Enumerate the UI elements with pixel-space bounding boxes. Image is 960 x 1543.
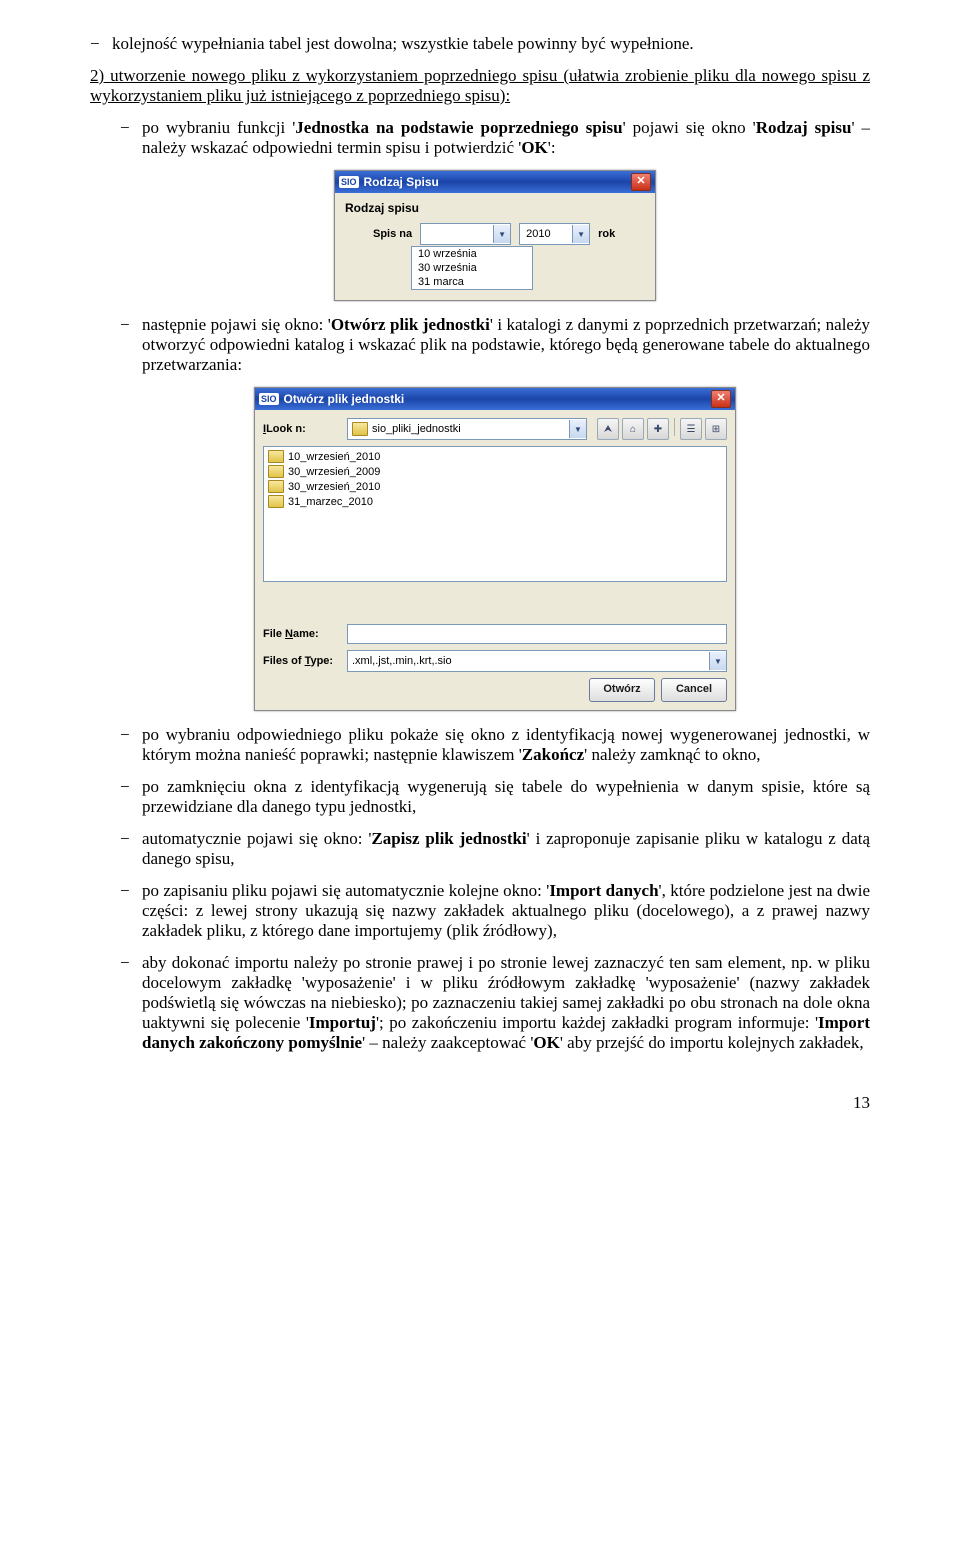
chevron-down-icon: ▼ — [709, 652, 726, 670]
document-page: − kolejność wypełniania tabel jest dowol… — [0, 0, 960, 1143]
file-type-row: Files of Type: .xml,.jst,.min,.krt,.sio … — [263, 650, 727, 672]
close-icon[interactable]: ✕ — [711, 390, 731, 408]
dropdown-option[interactable]: 30 września — [412, 261, 532, 275]
close-icon[interactable]: ✕ — [631, 173, 651, 191]
list-item[interactable]: 10_wrzesień_2010 — [268, 449, 722, 464]
app-icon: SIO — [339, 176, 359, 188]
bullet-text: następnie pojawi się okno: 'Otwórz plik … — [142, 315, 870, 375]
dropdown-option[interactable]: 10 września — [412, 247, 532, 261]
bullet-item: − automatycznie pojawi się okno: 'Zapisz… — [120, 829, 870, 869]
bullet-item: − następnie pojawi się okno: 'Otwórz pli… — [120, 315, 870, 375]
dropdown-option[interactable]: 31 marca — [412, 275, 532, 289]
section-title: utworzenie nowego pliku z wykorzystaniem… — [110, 66, 557, 85]
dash-icon: − — [90, 34, 112, 54]
folder-icon — [268, 480, 284, 493]
dialog-body: ILook n: sio_pliki_jednostki ▼ ⮝ ⌂ ✚ ☰ ⊞ — [255, 410, 735, 710]
bullet-text: po zamknięciu okna z identyfikacją wygen… — [142, 777, 870, 817]
titlebar: SIO Rodzaj Spisu ✕ — [335, 171, 655, 193]
list-item[interactable]: 30_wrzesień_2010 — [268, 479, 722, 494]
file-list[interactable]: 10_wrzesień_2010 30_wrzesień_2009 30_wrz… — [263, 446, 727, 582]
bullet-text: kolejność wypełniania tabel jest dowolna… — [112, 34, 870, 54]
page-number: 13 — [90, 1093, 870, 1113]
bullet-text: po wybraniu funkcji 'Jednostka na podsta… — [142, 118, 870, 158]
chevron-down-icon: ▼ — [569, 420, 586, 438]
folder-icon — [268, 495, 284, 508]
new-folder-icon[interactable]: ✚ — [647, 418, 669, 440]
dialog-rodzaj-spisu: SIO Rodzaj Spisu ✕ Rodzaj spisu Spis na … — [334, 170, 656, 301]
look-in-label: ILook n: — [263, 423, 341, 435]
bullet-text: po zapisaniu pliku pojawi się automatycz… — [142, 881, 870, 941]
separator — [674, 418, 675, 436]
dialog-open-file: SIO Otwórz plik jednostki ✕ ILook n: sio… — [254, 387, 736, 711]
section-prefix: 2) — [90, 66, 110, 85]
look-in-row: ILook n: sio_pliki_jednostki ▼ ⮝ ⌂ ✚ ☰ ⊞ — [263, 418, 727, 440]
bullet-item: − po zapisaniu pliku pojawi się automaty… — [120, 881, 870, 941]
dropdown-list: 10 września 30 września 31 marca — [411, 246, 533, 290]
button-row: Otwórz Cancel — [263, 678, 727, 702]
file-type-label: Files of Type: — [263, 655, 341, 667]
list-item[interactable]: 31_marzec_2010 — [268, 494, 722, 509]
spis-label: Spis na — [373, 228, 412, 240]
folder-icon — [268, 465, 284, 478]
details-view-icon[interactable]: ⊞ — [705, 418, 727, 440]
bullet-text: automatycznie pojawi się okno: 'Zapisz p… — [142, 829, 870, 869]
file-type-value: .xml,.jst,.min,.krt,.sio — [348, 655, 709, 667]
dialog-body: Rodzaj spisu Spis na ▼ 2010 ▼ rok 10 wrz… — [335, 193, 655, 300]
look-in-value: sio_pliki_jednostki — [372, 423, 569, 435]
up-folder-icon[interactable]: ⮝ — [597, 418, 619, 440]
dash-icon: − — [120, 725, 142, 745]
spis-year-combo[interactable]: 2010 ▼ — [519, 223, 590, 245]
list-view-icon[interactable]: ☰ — [680, 418, 702, 440]
bullet-item: − po wybraniu funkcji 'Jednostka na pods… — [120, 118, 870, 158]
folder-icon — [268, 450, 284, 463]
section-2-heading: 2) utworzenie nowego pliku z wykorzystan… — [90, 66, 870, 106]
dash-icon: − — [120, 829, 142, 849]
sub-bullets: − po wybraniu funkcji 'Jednostka na pods… — [120, 118, 870, 1053]
file-toolbar: ⮝ ⌂ ✚ ☰ ⊞ — [597, 418, 727, 440]
year-suffix: rok — [598, 228, 615, 240]
field-label: Rodzaj spisu — [345, 201, 645, 215]
look-in-combo[interactable]: sio_pliki_jednostki ▼ — [347, 418, 587, 440]
dialog-title: Otwórz plik jednostki — [284, 392, 711, 406]
file-name-label: File Name: — [263, 628, 341, 640]
combo-value: 2010 — [520, 228, 572, 240]
dash-icon: − — [120, 315, 142, 335]
file-name-input[interactable] — [347, 624, 727, 644]
open-button[interactable]: Otwórz — [589, 678, 655, 702]
list-item[interactable]: 30_wrzesień_2009 — [268, 464, 722, 479]
dash-icon: − — [120, 953, 142, 973]
bullet-text: aby dokonać importu należy po stronie pr… — [142, 953, 870, 1053]
bullet-item: − po wybraniu odpowiedniego pliku pokaże… — [120, 725, 870, 765]
dash-icon: − — [120, 118, 142, 138]
file-name-row: File Name: — [263, 624, 727, 644]
folder-icon — [352, 422, 368, 436]
chevron-down-icon: ▼ — [572, 225, 589, 243]
bullet-text: po wybraniu odpowiedniego pliku pokaże s… — [142, 725, 870, 765]
chevron-down-icon: ▼ — [493, 225, 510, 243]
dash-icon: − — [120, 777, 142, 797]
spis-date-combo[interactable]: ▼ — [420, 223, 511, 245]
bullet-item: − aby dokonać importu należy po stronie … — [120, 953, 870, 1053]
app-icon: SIO — [259, 393, 279, 405]
dash-icon: − — [120, 881, 142, 901]
home-icon[interactable]: ⌂ — [622, 418, 644, 440]
titlebar: SIO Otwórz plik jednostki ✕ — [255, 388, 735, 410]
cancel-button[interactable]: Cancel — [661, 678, 727, 702]
dialog-title: Rodzaj Spisu — [364, 175, 631, 189]
file-type-combo[interactable]: .xml,.jst,.min,.krt,.sio ▼ — [347, 650, 727, 672]
spis-row: Spis na ▼ 2010 ▼ rok — [373, 223, 645, 245]
bullet-item: − kolejność wypełniania tabel jest dowol… — [90, 34, 870, 54]
bullet-item: − po zamknięciu okna z identyfikacją wyg… — [120, 777, 870, 817]
